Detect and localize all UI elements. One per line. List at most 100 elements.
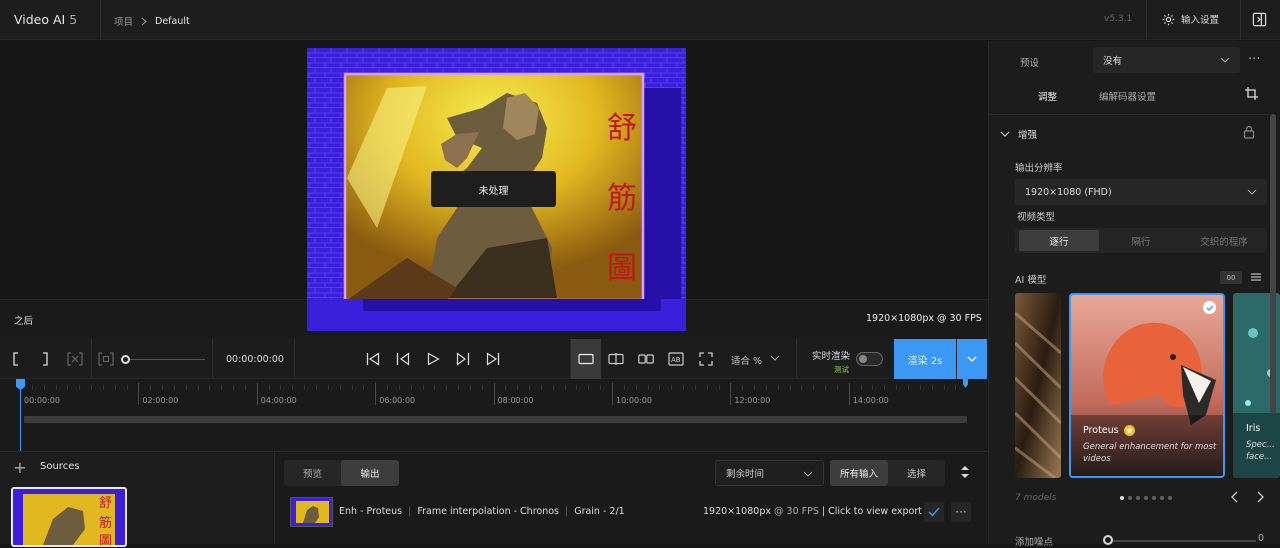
timeline-minor-tick xyxy=(872,385,874,390)
timeline-minor-tick xyxy=(458,385,460,390)
tab-codec-settings[interactable]: 编解码器设置 xyxy=(1099,89,1156,103)
plus-icon: + xyxy=(13,457,27,477)
timeline-minor-tick xyxy=(600,385,602,390)
source-thumbnail[interactable]: 舒筋圖 xyxy=(11,487,127,547)
video-type-interlaced[interactable]: 隔行 xyxy=(1101,230,1181,251)
render-button[interactable]: 渲染 2s xyxy=(894,339,956,379)
export-select-checkbox[interactable] xyxy=(924,502,944,522)
app-title: Video AI 5 xyxy=(14,12,78,27)
timeline-minor-tick xyxy=(280,385,282,390)
version-label: v5.3.1 xyxy=(1104,14,1133,24)
video-frame-bottom xyxy=(307,299,686,331)
lock-button[interactable] xyxy=(1243,125,1255,139)
carousel-dots[interactable] xyxy=(1120,496,1172,500)
grid-view-toggle[interactable]: 00 xyxy=(1220,271,1242,284)
tab-adjust[interactable]: 调整 xyxy=(1038,89,1057,103)
compare-ab-button[interactable]: AB xyxy=(667,349,685,369)
prev-frame-button[interactable] xyxy=(394,349,412,369)
clear-marks-button[interactable] xyxy=(66,349,84,369)
output-resolution-select[interactable]: 1920×1080 (FHD) xyxy=(1015,179,1267,205)
sort-button[interactable] xyxy=(958,463,972,481)
chevron-down-icon xyxy=(803,471,813,477)
enhance-section-header[interactable]: 增强 xyxy=(1000,127,1037,141)
model-card-proteus[interactable]: Proteus General enhancement for most vid… xyxy=(1069,293,1225,478)
carousel-dot[interactable] xyxy=(1144,496,1148,500)
timeline-minor-tick xyxy=(469,385,471,390)
toggle-panel-button[interactable] xyxy=(1252,12,1267,27)
timeline-minor-tick xyxy=(481,385,483,390)
preset-more-button[interactable]: ··· xyxy=(1248,52,1260,67)
view-split-button[interactable] xyxy=(607,349,625,369)
timeline-minor-tick xyxy=(540,385,542,390)
timeline-minor-tick xyxy=(659,385,661,390)
render-options-button[interactable] xyxy=(957,339,987,379)
more-icon: ··· xyxy=(955,505,967,519)
view-side-by-side-button[interactable] xyxy=(637,349,655,369)
preset-select[interactable]: 没有 xyxy=(1093,47,1240,73)
crop-button[interactable] xyxy=(1244,86,1259,101)
sort-icon xyxy=(961,466,969,478)
mark-frame-button[interactable] xyxy=(97,349,115,369)
volume-slider-knob[interactable] xyxy=(121,355,130,364)
filter-select[interactable]: 选择 xyxy=(888,460,945,486)
tab-preview[interactable]: 预览 xyxy=(284,460,341,486)
zoom-fit-select[interactable]: 适合 % xyxy=(731,353,762,367)
remaining-time-select[interactable]: 剩余时间 xyxy=(715,460,824,486)
timeline-minor-tick xyxy=(564,385,566,390)
caption-char: 舒 xyxy=(607,111,637,146)
step-back-icon xyxy=(396,352,410,366)
export-more-button[interactable]: ··· xyxy=(951,502,971,522)
next-frame-button[interactable] xyxy=(454,349,472,369)
timeline-minor-tick xyxy=(185,385,187,390)
timeline-minor-tick xyxy=(623,385,625,390)
panel-scrollbar[interactable] xyxy=(1270,114,1276,414)
list-view-button[interactable] xyxy=(1250,271,1262,283)
divider xyxy=(100,0,101,40)
video-type-interlaced-progressive[interactable]: 交织的程序 xyxy=(1183,230,1265,251)
timeline-track[interactable] xyxy=(24,416,967,423)
play-button[interactable] xyxy=(424,349,442,369)
timeline-minor-tick xyxy=(635,385,637,390)
view-single-button[interactable] xyxy=(577,349,595,369)
model-card[interactable] xyxy=(1015,293,1061,478)
mark-in-button[interactable] xyxy=(8,349,24,369)
timeline-minor-tick xyxy=(102,385,104,390)
carousel-dot[interactable] xyxy=(1152,496,1156,500)
realtime-render-toggle[interactable] xyxy=(856,352,883,366)
skip-start-button[interactable] xyxy=(364,349,382,369)
carousel-dot[interactable] xyxy=(1160,496,1164,500)
timeline-minor-tick xyxy=(647,385,649,390)
carousel-dot[interactable] xyxy=(1128,496,1132,500)
preset-label: 预设 xyxy=(1020,58,1040,69)
view-export-link[interactable]: | Click to view export xyxy=(822,506,922,517)
timeline-minor-tick xyxy=(706,385,708,390)
carousel-dot[interactable] xyxy=(1120,496,1124,500)
timeline-tick xyxy=(612,383,613,405)
carousel-dot[interactable] xyxy=(1136,496,1140,500)
expand-icon xyxy=(699,352,713,366)
add-source-button[interactable]: + xyxy=(10,457,30,477)
video-type-progressive[interactable]: 逐行 xyxy=(1019,230,1099,251)
tab-export[interactable]: 输出 xyxy=(341,460,399,486)
mark-out-button[interactable] xyxy=(37,349,53,369)
filter-all-inputs[interactable]: 所有输入 xyxy=(830,460,888,486)
noise-slider-track[interactable] xyxy=(1106,540,1256,542)
timecode: 00:00:00:00 xyxy=(226,354,284,365)
timeline-minor-tick xyxy=(931,385,933,390)
carousel-prev-button[interactable] xyxy=(1230,490,1240,504)
timeline-minor-tick xyxy=(576,385,578,390)
divider xyxy=(1146,0,1147,40)
skip-end-button[interactable] xyxy=(484,349,502,369)
top-bar xyxy=(0,0,1280,40)
timeline-minor-tick xyxy=(955,385,957,390)
input-settings-button[interactable]: 输入设置 xyxy=(1162,12,1219,26)
timeline-minor-tick xyxy=(150,385,152,390)
timeline-minor-tick xyxy=(813,385,815,390)
carousel-dot[interactable] xyxy=(1168,496,1172,500)
export-thumbnail[interactable] xyxy=(290,497,333,527)
playhead-line[interactable] xyxy=(20,381,21,451)
breadcrumb-root[interactable]: 项目 xyxy=(114,14,133,28)
carousel-next-button[interactable] xyxy=(1255,490,1265,504)
fullscreen-button[interactable] xyxy=(697,349,715,369)
volume-slider-track[interactable] xyxy=(125,359,205,360)
